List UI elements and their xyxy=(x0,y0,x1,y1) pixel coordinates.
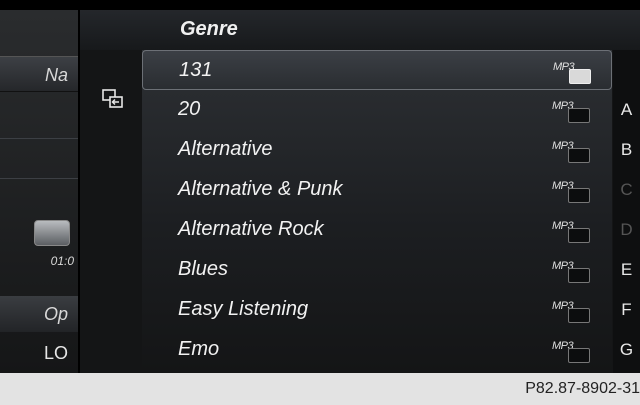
mp3-icon: MP3 xyxy=(553,61,591,84)
genre-label: Alternative xyxy=(178,138,273,160)
genre-list-item[interactable]: Easy Listening MP3 xyxy=(142,290,612,330)
media-icon xyxy=(568,148,590,163)
genre-label: Alternative Rock xyxy=(178,218,324,240)
mp3-icon: MP3 xyxy=(552,100,590,123)
genre-label: 131 xyxy=(179,59,213,81)
alphabet-letter-f[interactable]: F xyxy=(613,290,640,330)
media-icon xyxy=(568,268,590,283)
mp3-icon: MP3 xyxy=(552,260,590,283)
alphabet-letter-a[interactable]: A xyxy=(613,90,640,130)
genre-list-item[interactable]: 131 MP3 xyxy=(142,50,612,90)
bg-time-label: 01:0 xyxy=(50,254,74,268)
genre-list: 131 MP3 20 MP3 Alternative MP3 Alternative & P… xyxy=(142,50,612,373)
genre-label: 20 xyxy=(178,98,201,120)
back-icon[interactable] xyxy=(102,88,124,110)
bg-divider xyxy=(0,138,78,139)
media-icon xyxy=(569,69,591,84)
footer: P82.87-8902-31 xyxy=(0,373,640,405)
mp3-icon: MP3 xyxy=(552,220,590,243)
bg-navigation-item: Na xyxy=(0,56,78,92)
genre-list-item[interactable]: Alternative MP3 xyxy=(142,130,612,170)
genre-panel: Genre 131 MP3 20 MP3 Alternative MP3 Alternati… xyxy=(80,10,640,373)
media-icon xyxy=(568,348,590,363)
mp3-icon: MP3 xyxy=(552,180,590,203)
page-title: Genre xyxy=(180,18,238,40)
alphabet-letter-c: C xyxy=(620,180,633,199)
genre-list-item[interactable]: Blues MP3 xyxy=(142,250,612,290)
bg-volume-slider xyxy=(34,220,70,246)
media-icon xyxy=(568,308,590,323)
genre-label: Blues xyxy=(178,258,229,280)
alphabet-letter-b[interactable]: B xyxy=(613,130,640,170)
mp3-icon: MP3 xyxy=(552,300,590,323)
genre-list-item[interactable]: Emo MP3 xyxy=(142,330,612,370)
media-icon xyxy=(568,108,590,123)
background-screen: Na 01:0 Op LO xyxy=(0,10,78,373)
alphabet-letter-d: D xyxy=(620,220,633,239)
alphabet-index: ABC DEFG xyxy=(613,50,640,373)
genre-list-item[interactable]: Alternative Rock MP3 xyxy=(142,210,612,250)
genre-list-item[interactable]: 20 MP3 xyxy=(142,90,612,130)
bg-lo-label: LO xyxy=(43,343,68,363)
mp3-icon: MP3 xyxy=(552,140,590,163)
bg-options-item: Op xyxy=(0,296,78,332)
media-icon xyxy=(568,228,590,243)
genre-label: Alternative & Punk xyxy=(178,178,343,200)
genre-label: Emo xyxy=(178,338,220,360)
media-icon xyxy=(568,188,590,203)
alphabet-letter-g[interactable]: G xyxy=(613,330,640,370)
bg-divider xyxy=(0,178,78,179)
figure-code: P82.87-8902-31 xyxy=(525,380,640,397)
genre-label: Easy Listening xyxy=(178,298,309,320)
genre-list-item[interactable]: Alternative & Punk MP3 xyxy=(142,170,612,210)
alphabet-letter-e[interactable]: E xyxy=(613,250,640,290)
mp3-icon: MP3 xyxy=(552,340,590,363)
panel-header: Genre xyxy=(80,10,640,50)
